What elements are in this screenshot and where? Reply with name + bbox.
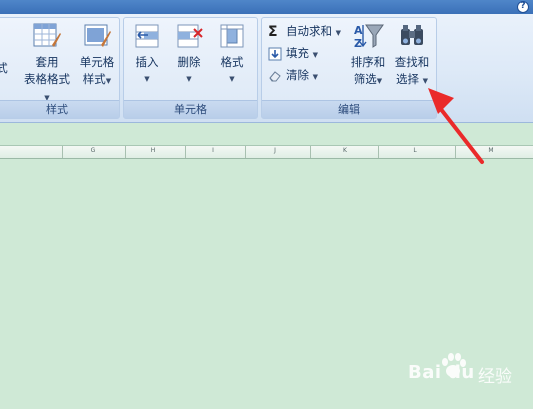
sigma-icon: Σ <box>268 23 278 40</box>
clear-button[interactable]: 清除 ▼ <box>268 66 318 84</box>
fill-down-icon <box>268 47 282 60</box>
red-annotation-arrow-icon <box>428 88 484 164</box>
autosum-button[interactable]: Σ 自动求和 ▼ <box>268 22 341 40</box>
sort-filter-button[interactable]: A Z 排序和 筛选▼ <box>348 21 388 90</box>
table-format-icon <box>33 23 61 47</box>
group-label-styles: 样式 <box>0 100 119 118</box>
delete-button[interactable]: 删除 ▼ <box>170 21 208 88</box>
title-bar-strip: ? <box>0 0 533 14</box>
help-icon[interactable]: ? <box>517 1 529 13</box>
column-header-g[interactable]: G <box>88 147 98 154</box>
column-header-l[interactable]: L <box>410 147 420 154</box>
column-divider <box>62 146 63 158</box>
watermark-brand: Bai <box>408 362 442 383</box>
eraser-icon <box>269 70 281 81</box>
column-divider <box>185 146 186 158</box>
column-divider <box>125 146 126 158</box>
column-header-i[interactable]: I <box>208 147 218 154</box>
column-divider <box>245 146 246 158</box>
fill-button[interactable]: 填充 ▼ <box>268 44 318 62</box>
format-button[interactable]: 格式 ▼ <box>212 21 252 88</box>
column-divider <box>378 146 379 158</box>
cell-style-icon <box>84 24 111 47</box>
delete-cells-icon <box>177 24 203 48</box>
insert-button[interactable]: 插入 ▼ <box>128 21 166 88</box>
column-header-h[interactable]: H <box>148 147 158 154</box>
format-cells-icon <box>220 24 244 48</box>
column-divider <box>310 146 311 158</box>
column-header-j[interactable]: J <box>270 147 280 154</box>
svg-text:A: A <box>354 24 363 37</box>
binoculars-icon <box>401 25 423 45</box>
cell-styles-button[interactable]: 单元格 样式▼ <box>77 21 117 90</box>
conditional-format-partial-label[interactable]: 式 <box>0 60 9 77</box>
insert-cells-icon <box>135 24 159 48</box>
column-header-k[interactable]: K <box>340 147 350 154</box>
group-label-editing: 编辑 <box>262 100 436 118</box>
group-styles: 式 套用 表格格式▼ 单元格 样式▼ 样式 <box>0 17 120 119</box>
sort-filter-icon: A Z <box>354 24 384 50</box>
group-cells: 插入 ▼ 删除 ▼ 格式 ▼ 单元格 <box>123 17 258 119</box>
group-editing: Σ 自动求和 ▼ 填充 ▼ 清除 ▼ A Z 排序和 筛选▼ 查找和 选择 ▼ … <box>261 17 437 119</box>
watermark-brand-suffix: du <box>448 362 475 383</box>
watermark-cn: 经验 <box>478 367 512 387</box>
baidu-jingyan-watermark: Bai du 经验 <box>398 352 528 392</box>
format-as-table-button[interactable]: 套用 表格格式▼ <box>23 21 71 107</box>
group-label-cells: 单元格 <box>124 100 257 118</box>
